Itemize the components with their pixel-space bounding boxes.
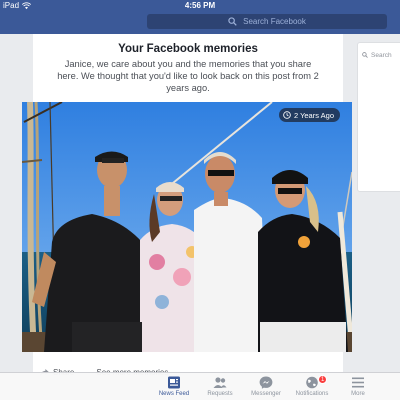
news-feed-icon xyxy=(168,376,180,389)
messenger-icon xyxy=(259,376,273,389)
memories-title: Your Facebook memories xyxy=(118,43,258,55)
hamburger-menu-icon xyxy=(352,377,364,388)
clock-icon xyxy=(283,111,291,119)
side-search-input[interactable]: Search xyxy=(362,49,400,61)
notification-count-badge: 1 xyxy=(318,375,328,384)
tab-more-label: More xyxy=(351,391,365,397)
top-navigation-bar: Search Facebook xyxy=(0,12,400,34)
tab-more[interactable]: More xyxy=(328,376,388,400)
friend-requests-icon xyxy=(213,377,227,388)
search-icon xyxy=(228,17,237,26)
years-ago-label: 2 Years Ago xyxy=(293,110,334,120)
globe-icon xyxy=(306,376,318,389)
side-search-placeholder: Search xyxy=(371,51,392,59)
bottom-tab-bar: News Feed Requests Messenger Notificatio… xyxy=(0,372,400,400)
status-bar: iPad 4:56 PM xyxy=(0,0,400,12)
years-ago-badge: 2 Years Ago xyxy=(278,108,340,122)
side-panel: Search xyxy=(357,42,400,192)
memories-message: Janice, we care about you and the memori… xyxy=(57,59,319,93)
search-input[interactable]: Search Facebook xyxy=(147,14,387,29)
search-placeholder: Search Facebook xyxy=(243,17,306,26)
memory-photo-image xyxy=(22,102,352,352)
search-icon xyxy=(362,52,368,58)
status-time: 4:56 PM xyxy=(184,1,216,10)
memory-photo[interactable]: 2 Years Ago xyxy=(22,102,352,352)
